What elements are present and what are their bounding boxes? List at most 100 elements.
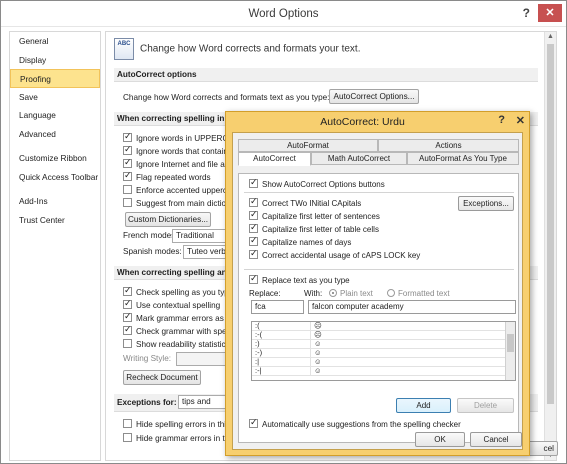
replace-as-you-type-option[interactable]: Replace text as you type [249,273,350,285]
correction-option[interactable]: Capitalize first letter of sentences [249,209,380,221]
checkbox[interactable] [249,235,258,246]
french-modes-select[interactable]: Traditional [172,229,232,243]
scroll-thumb[interactable] [507,334,514,352]
formatted-text-option[interactable]: Formatted text [387,289,450,298]
list-item[interactable]: :) ☺ [252,340,515,349]
scroll-thumb[interactable] [547,44,554,404]
nav-general[interactable]: General [10,32,100,51]
checkbox[interactable] [123,298,132,309]
show-options-buttons-option[interactable]: Show AutoCorrect Options buttons [249,177,385,189]
delete-button[interactable]: Delete [457,398,514,413]
correction-option[interactable]: Capitalize first letter of table cells [249,222,379,234]
checkbox[interactable] [123,324,132,335]
help-icon[interactable]: ? [523,6,530,20]
checkbox[interactable] [249,273,258,284]
nav-trust-center[interactable]: Trust Center [10,211,100,230]
nav-add-ins[interactable]: Add-Ins [10,192,100,211]
spelling-option[interactable]: Suggest from main diction [123,198,231,208]
plain-text-option[interactable]: Plain text [329,289,373,298]
correction-option[interactable]: Capitalize names of days [249,235,351,247]
replace-input[interactable]: fca [251,300,304,314]
grammar-option[interactable]: Check grammar with spell [123,324,230,336]
correction-option[interactable]: Correct accidental usage of cAPS LOCK ke… [249,248,420,260]
nav-language[interactable]: Language [10,106,100,125]
entry-replace: :) [255,339,260,348]
checkbox[interactable] [123,339,132,348]
checkbox[interactable] [249,177,258,188]
spanish-modes-label: Spanish modes: [123,247,182,256]
replace-label: Replace: [249,289,281,298]
auto-suggest-option[interactable]: Automatically use suggestions from the s… [249,417,461,429]
checkbox[interactable] [249,222,258,233]
tab-actions[interactable]: Actions [378,139,519,152]
grammar-option[interactable]: Show readability statistics [123,339,230,349]
tab-autocorrect[interactable]: AutoCorrect [238,152,311,166]
list-scrollbar[interactable] [505,322,515,380]
tab-autoformat[interactable]: AutoFormat [238,139,378,152]
nav-display[interactable]: Display [10,51,100,70]
checkbox[interactable] [249,248,258,259]
checkbox[interactable] [123,311,132,322]
spelling-option[interactable]: Ignore words in UPPERCA [123,131,234,143]
nav-proofing[interactable]: Proofing [10,69,100,88]
checkbox[interactable] [249,417,258,428]
custom-dictionaries-button[interactable]: Custom Dictionaries... [125,212,211,227]
checkbox[interactable] [123,157,132,168]
checkbox[interactable] [249,196,258,207]
checkbox[interactable] [123,170,132,181]
with-input[interactable]: falcon computer academy [308,300,516,314]
list-item[interactable]: :| ☺ [252,358,515,367]
list-item[interactable]: :-| ☺ [252,367,515,376]
spelling-option[interactable]: Flag repeated words [123,170,211,182]
entry-replace: :-) [255,348,263,357]
scroll-up-icon[interactable]: ▲ [547,33,554,40]
spelling-option[interactable]: Ignore Internet and file ac [123,157,229,169]
checkbox[interactable] [123,185,132,194]
tab-math-autocorrect[interactable]: Math AutoCorrect [311,152,407,165]
checkbox[interactable] [249,209,258,220]
nav-advanced[interactable]: Advanced [10,125,100,144]
list-item[interactable]: :(☹ [252,322,515,331]
exceptions-select[interactable]: tips and [178,395,228,409]
checkbox[interactable] [123,144,132,155]
autocorrect-panel: Show AutoCorrect Options buttons Correct… [238,173,519,443]
cancel-button[interactable]: Cancel [470,432,522,447]
autocorrect-options-button[interactable]: AutoCorrect Options... [329,89,419,104]
checkbox[interactable] [123,198,132,207]
close-icon[interactable]: ✕ [538,4,562,22]
exception-option[interactable]: Hide grammar errors in th [123,433,229,443]
grammar-option[interactable]: Use contextual spelling [123,298,220,310]
checkbox[interactable] [123,433,132,442]
radio-button[interactable] [329,289,337,297]
option-label: Automatically use suggestions from the s… [262,420,461,429]
list-item[interactable]: :-(☹ [252,331,515,340]
exceptions-button[interactable]: Exceptions... [458,196,514,211]
help-icon[interactable]: ? [498,114,505,126]
list-item[interactable]: :-) ☺ [252,349,515,358]
vertical-scrollbar[interactable]: ▲ ▼ [544,32,556,460]
checkbox[interactable] [123,285,132,296]
checkbox[interactable] [123,131,132,142]
entry-with: ☺ [310,367,322,376]
correction-option[interactable]: Correct TWo INitial CApitals [249,196,361,208]
add-button[interactable]: Add [396,398,451,413]
grammar-option[interactable]: Mark grammar errors as yo [123,311,235,323]
nav-customize-ribbon[interactable]: Customize Ribbon [10,149,100,168]
grammar-option[interactable]: Check spelling as you type [123,285,233,297]
nav-save[interactable]: Save [10,88,100,107]
exception-option-label: Hide grammar errors in th [136,434,230,443]
word-options-cancel-button[interactable]: cel [528,441,558,456]
ok-button[interactable]: OK [415,432,465,447]
exception-option[interactable]: Hide spelling errors in this [123,419,230,429]
checkbox[interactable] [123,419,132,428]
tab-autoformat-as-you-type[interactable]: AutoFormat As You Type [407,152,519,165]
recheck-document-button[interactable]: Recheck Document [123,370,201,385]
close-icon[interactable]: ✕ [516,114,525,127]
radio-button[interactable] [387,289,395,297]
writing-style-select[interactable] [176,352,231,366]
nav-quick-access-toolbar[interactable]: Quick Access Toolbar [10,168,100,187]
dialog-body: AutoFormat Actions AutoCorrect Math Auto… [232,132,523,450]
spelling-option[interactable]: Enforce accented upperca [123,185,232,195]
autocorrect-entries-list[interactable]: :(☹ :-(☹ :) ☺ :-) ☺ :| ☺ :-| ☺ [251,321,516,381]
spelling-option[interactable]: Ignore words that contain [123,144,228,156]
